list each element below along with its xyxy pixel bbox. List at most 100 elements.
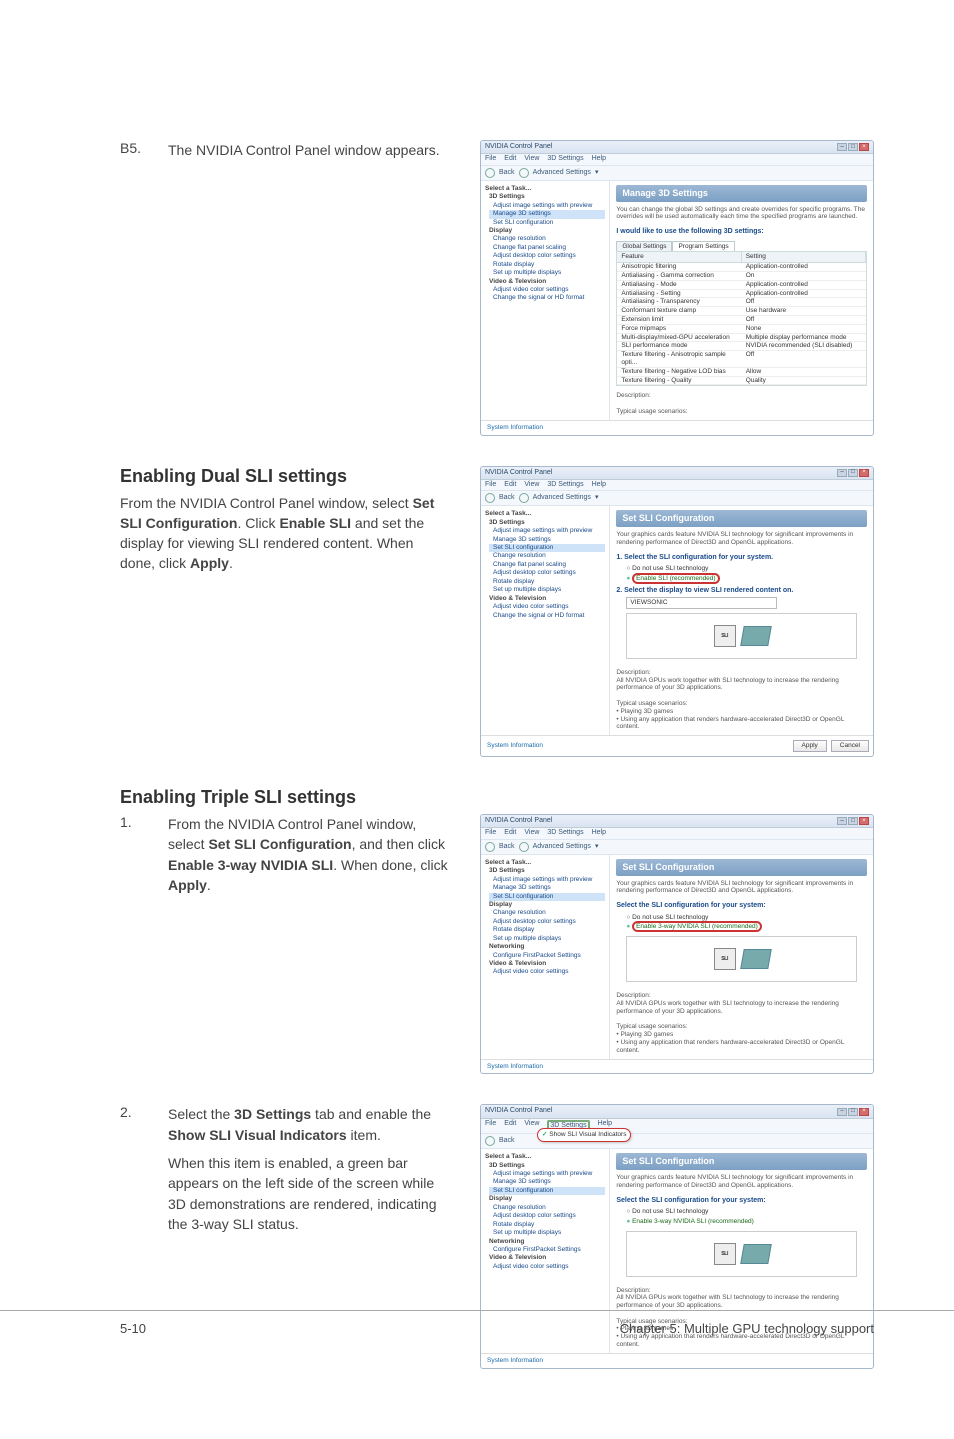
sidebar-item[interactable]: Manage 3D settings [489, 536, 605, 544]
system-info-link[interactable]: System Information [481, 1059, 873, 1074]
sidebar-item[interactable]: Rotate display [489, 261, 605, 269]
sidebar-item[interactable]: Manage 3D settings [489, 1178, 605, 1186]
menu-item-show-sli-indicators[interactable]: Show SLI Visual Indicators [542, 1131, 626, 1139]
menu-3dsettings[interactable]: 3D Settings [547, 155, 583, 163]
table-row[interactable]: Texture filtering - Anisotropic sample o… [617, 351, 866, 368]
table-row[interactable]: Antialiasing - SettingApplication-contro… [617, 290, 866, 299]
close-button[interactable]: × [859, 817, 869, 825]
menu-file[interactable]: File [485, 1120, 496, 1132]
sidebar-item[interactable]: Change resolution [489, 909, 605, 917]
sidebar-item[interactable]: Set up multiple displays [489, 586, 605, 594]
sidebar-item[interactable]: Configure FirstPacket Settings [489, 952, 605, 960]
sidebar-item[interactable]: Set SLI configuration [489, 1187, 605, 1195]
table-row[interactable]: Force mipmapsNone [617, 325, 866, 334]
sidebar-item[interactable]: Adjust video color settings [489, 968, 605, 976]
menu-edit[interactable]: Edit [504, 481, 516, 489]
sidebar-item[interactable]: Set SLI configuration [489, 219, 605, 227]
sidebar-item[interactable]: Manage 3D settings [489, 884, 605, 892]
sidebar-item[interactable]: Set up multiple displays [489, 269, 605, 277]
table-row[interactable]: Multi-display/mixed-GPU accelerationMult… [617, 334, 866, 343]
menu-file[interactable]: File [485, 829, 496, 837]
forward-icon[interactable] [519, 842, 529, 852]
sidebar-item[interactable]: Adjust desktop color settings [489, 569, 605, 577]
forward-icon[interactable] [519, 493, 529, 503]
table-row[interactable]: Extension limitOff [617, 316, 866, 325]
back-icon[interactable] [485, 1136, 495, 1146]
sidebar-item[interactable]: Adjust image settings with preview [489, 202, 605, 210]
minimize-button[interactable]: – [837, 469, 847, 477]
radio-no-sli[interactable]: Do not use SLI technology [616, 1207, 867, 1217]
table-row[interactable]: Anisotropic filteringApplication-control… [617, 263, 866, 272]
sidebar-item[interactable]: Adjust desktop color settings [489, 252, 605, 260]
sidebar-item[interactable]: Adjust desktop color settings [489, 918, 605, 926]
menu-3dsettings[interactable]: 3D Settings [547, 829, 583, 837]
table-row[interactable]: Antialiasing - Gamma correctionOn [617, 272, 866, 281]
minimize-button[interactable]: – [837, 817, 847, 825]
table-row[interactable]: Antialiasing - ModeApplication-controlle… [617, 281, 866, 290]
close-button[interactable]: × [859, 143, 869, 151]
minimize-button[interactable]: – [837, 143, 847, 151]
sidebar-item[interactable]: Change the signal or HD format [489, 294, 605, 302]
back-icon[interactable] [485, 168, 495, 178]
sidebar-item[interactable]: Set up multiple displays [489, 1229, 605, 1237]
sidebar-item[interactable]: Adjust image settings with preview [489, 876, 605, 884]
sidebar-item[interactable]: Rotate display [489, 926, 605, 934]
radio-enable-3way-sli[interactable]: Enable 3-way NVIDIA SLI (recommended) [616, 1217, 867, 1227]
menu-view[interactable]: View [524, 829, 539, 837]
sidebar-item[interactable]: Change resolution [489, 552, 605, 560]
sidebar-item[interactable]: Change flat panel scaling [489, 244, 605, 252]
sidebar-item[interactable]: Rotate display [489, 1221, 605, 1229]
menu-help[interactable]: Help [592, 481, 606, 489]
advanced-settings-dropdown[interactable]: Advanced Settings [533, 494, 591, 502]
table-row[interactable]: SLI performance modeNVIDIA recommended (… [617, 342, 866, 351]
cancel-button[interactable]: Cancel [831, 740, 869, 752]
system-info-link[interactable]: System Information [481, 420, 873, 435]
sidebar-item[interactable]: Adjust image settings with preview [489, 1170, 605, 1178]
system-info-link[interactable]: System Information [481, 739, 549, 753]
menu-edit[interactable]: Edit [504, 1120, 516, 1132]
maximize-button[interactable]: □ [848, 817, 858, 825]
menu-edit[interactable]: Edit [504, 829, 516, 837]
sidebar-item[interactable]: Configure FirstPacket Settings [489, 1246, 605, 1254]
sidebar-item[interactable]: Set SLI configuration [489, 893, 605, 901]
close-button[interactable]: × [859, 1108, 869, 1116]
menu-file[interactable]: File [485, 481, 496, 489]
menu-view[interactable]: View [524, 155, 539, 163]
sidebar-item[interactable]: Adjust video color settings [489, 603, 605, 611]
menu-file[interactable]: File [485, 155, 496, 163]
sidebar-item[interactable]: Adjust image settings with preview [489, 527, 605, 535]
sidebar-item[interactable]: Set SLI configuration [489, 544, 605, 552]
sidebar-item[interactable]: Manage 3D settings [489, 210, 605, 218]
maximize-button[interactable]: □ [848, 469, 858, 477]
radio-enable-sli[interactable]: Enable SLI (recommended) [616, 574, 867, 584]
back-icon[interactable] [485, 842, 495, 852]
sidebar-item[interactable]: Change flat panel scaling [489, 561, 605, 569]
sidebar-item[interactable]: Adjust video color settings [489, 286, 605, 294]
menu-3dsettings[interactable]: 3D Settings [547, 481, 583, 489]
close-button[interactable]: × [859, 469, 869, 477]
menu-edit[interactable]: Edit [504, 155, 516, 163]
menu-help[interactable]: Help [592, 829, 606, 837]
system-info-link[interactable]: System Information [481, 1353, 873, 1368]
display-select[interactable]: VIEWSONIC [626, 597, 776, 609]
sidebar-item[interactable]: Adjust video color settings [489, 1263, 605, 1271]
sidebar-item[interactable]: Change the signal or HD format [489, 612, 605, 620]
radio-enable-3way-sli[interactable]: Enable 3-way NVIDIA SLI (recommended) [616, 922, 867, 932]
table-row[interactable]: Texture filtering - QualityQuality [617, 377, 866, 386]
sidebar-item[interactable]: Change resolution [489, 235, 605, 243]
advanced-settings-dropdown[interactable]: Advanced Settings [533, 169, 591, 177]
menu-view[interactable]: View [524, 481, 539, 489]
sidebar-item[interactable]: Change resolution [489, 1204, 605, 1212]
advanced-settings-dropdown[interactable]: Advanced Settings [533, 843, 591, 851]
back-icon[interactable] [485, 493, 495, 503]
table-row[interactable]: Antialiasing - TransparencyOff [617, 298, 866, 307]
sidebar-item[interactable]: Adjust desktop color settings [489, 1212, 605, 1220]
menu-help[interactable]: Help [592, 155, 606, 163]
sidebar-item[interactable]: Set up multiple displays [489, 935, 605, 943]
minimize-button[interactable]: – [837, 1108, 847, 1116]
table-row[interactable]: Texture filtering - Negative LOD biasAll… [617, 368, 866, 377]
sidebar-item[interactable]: Rotate display [489, 578, 605, 586]
maximize-button[interactable]: □ [848, 1108, 858, 1116]
maximize-button[interactable]: □ [848, 143, 858, 151]
apply-button[interactable]: Apply [793, 740, 827, 752]
